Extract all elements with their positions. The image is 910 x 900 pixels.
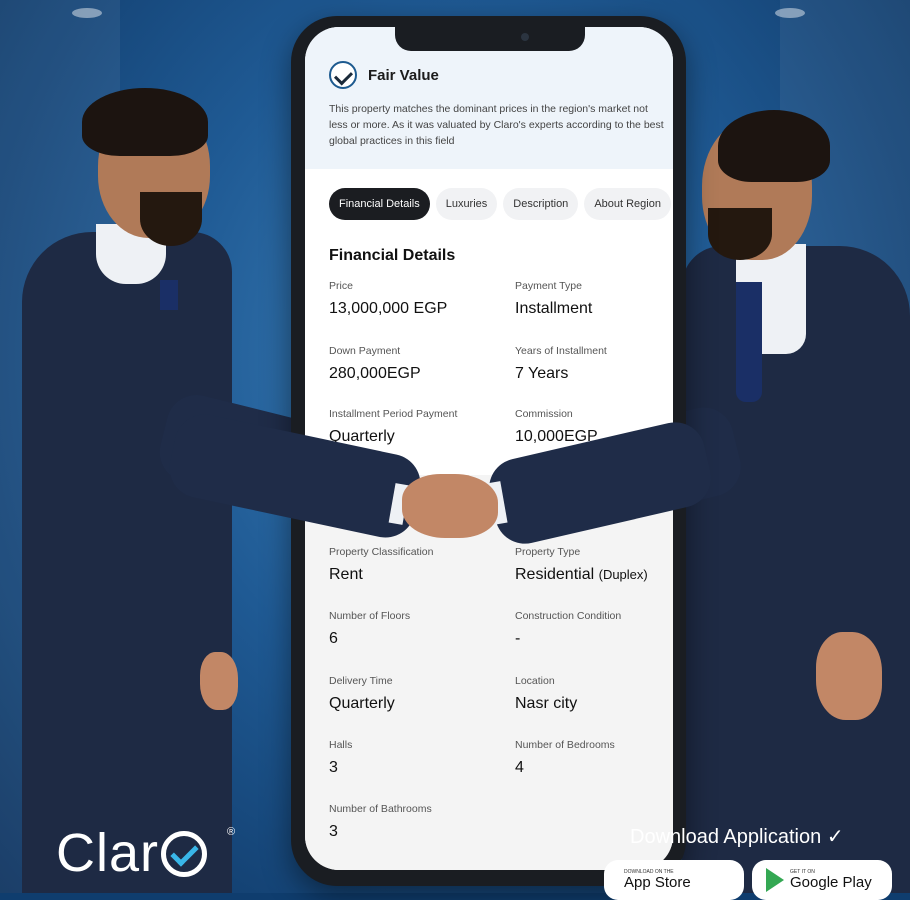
check-circle-icon: ✓ (826, 826, 844, 848)
handshake-hands (402, 474, 498, 538)
claro-logo: Clar (56, 822, 208, 884)
field-property-classification: Property Classification Rent (329, 546, 434, 583)
tab-description[interactable]: Description (503, 188, 579, 220)
field-payment-type: Payment Type Installment (515, 280, 593, 317)
field-location: Location Nasr city (515, 675, 578, 712)
fair-value-description: This property matches the dominant price… (329, 103, 664, 147)
field-commission: Commission 10,000EGP (515, 408, 598, 445)
field-delivery-time: Delivery Time Quarterly (329, 675, 395, 712)
fair-value-title: Fair Value (368, 67, 439, 84)
detail-tabs: Financial Details Luxuries Description A… (329, 188, 671, 220)
field-construction-condition: Construction Condition - (515, 610, 622, 647)
section-title: Financial Details (329, 247, 456, 264)
field-years-of-installment: Years of Installment 7 Years (515, 345, 607, 382)
google-play-icon (766, 868, 784, 892)
phone-camera (521, 33, 529, 41)
app-store-button[interactable]: DOWNLOAD ON THE App Store (604, 860, 744, 900)
field-property-type: Property Type Residential (Duplex) (515, 546, 648, 583)
field-number-of-floors: Number of Floors 6 (329, 610, 411, 647)
field-halls: Halls 3 (329, 739, 353, 776)
field-number-of-bedrooms: Number of Bedrooms 4 (515, 739, 615, 776)
tab-luxuries[interactable]: Luxuries (435, 188, 498, 220)
phone-notch (395, 27, 585, 51)
field-price: Price 13,000,000 EGP (329, 280, 448, 317)
field-installment-period: Installment Period Payment Quarterly (329, 408, 458, 445)
field-number-of-bathrooms: Number of Bathrooms 3 (329, 803, 432, 840)
registered-mark: ® (227, 826, 236, 838)
tab-about-region[interactable]: About Region (584, 188, 671, 220)
download-application-title: Download Application ✓ (630, 826, 844, 848)
tab-financial-details[interactable]: Financial Details (329, 188, 430, 220)
fair-value-check-icon (329, 61, 357, 89)
field-down-payment: Down Payment 280,000EGP (329, 345, 421, 382)
google-play-button[interactable]: GET IT ON Google Play (752, 860, 892, 900)
logo-check-icon (161, 831, 208, 877)
